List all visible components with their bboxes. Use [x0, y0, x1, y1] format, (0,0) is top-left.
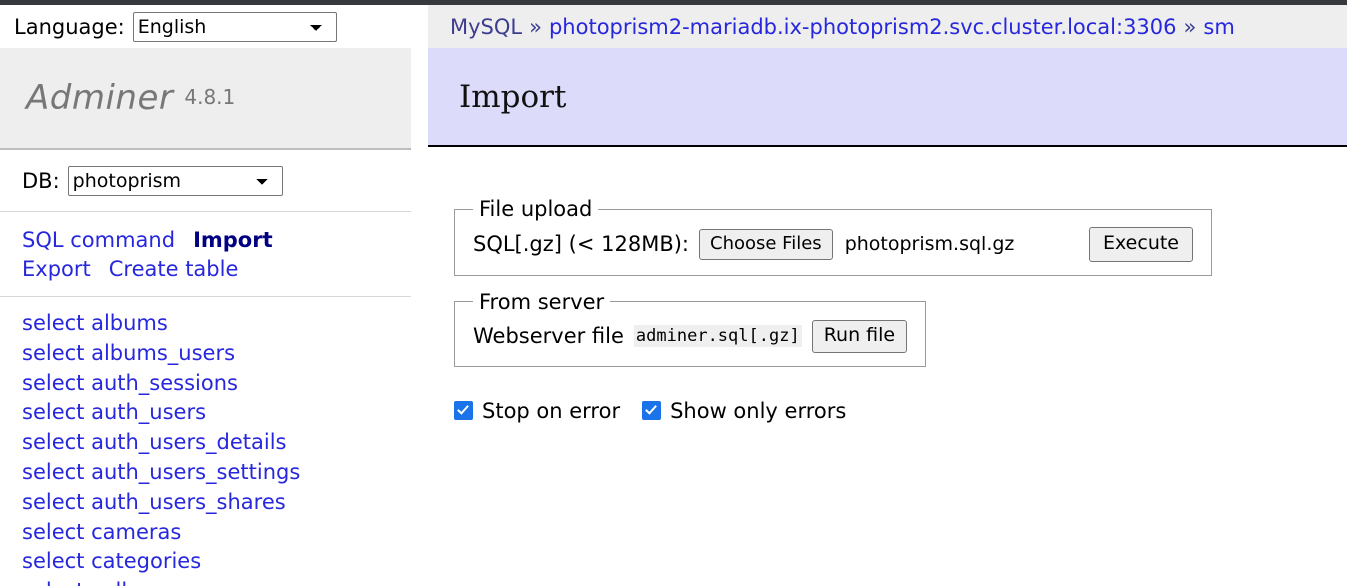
language-label: Language: [14, 14, 125, 39]
breadcrumb: MySQL » photoprism2-mariadb.ix-photopris… [428, 5, 1347, 48]
webserver-file-label: Webserver file [473, 324, 624, 349]
show-only-errors-label: Show only errors [670, 398, 847, 423]
from-server-row: Webserver file adminer.sql[.gz] Run file [473, 319, 908, 353]
webserver-file-pattern: adminer.sql[.gz] [633, 325, 802, 348]
run-file-button[interactable]: Run file [811, 319, 908, 353]
from-server-legend: From server [479, 289, 605, 314]
breadcrumb-database-link[interactable]: sm [1203, 15, 1234, 39]
stop-on-error-option[interactable]: Stop on error [454, 399, 620, 423]
nav-create-table[interactable]: Create table [109, 257, 239, 281]
selected-filename: photoprism.sql.gz [844, 233, 1015, 256]
file-upload-row: SQL[.gz] (< 128MB): Choose Files photopr… [473, 227, 1193, 262]
file-upload-fieldset: File upload SQL[.gz] (< 128MB): Choose F… [454, 197, 1212, 276]
nav-sql-command[interactable]: SQL command [22, 228, 175, 252]
table-link-categories[interactable]: select categories [22, 547, 411, 577]
from-server-fieldset: From server Webserver file adminer.sql[.… [454, 289, 927, 367]
breadcrumb-system: MySQL [450, 14, 523, 39]
table-link-auth-sessions[interactable]: select auth_sessions [22, 369, 411, 399]
import-form: File upload SQL[.gz] (< 128MB): Choose F… [428, 147, 1347, 423]
nav-import-current[interactable]: Import [193, 228, 273, 252]
table-link-albums[interactable]: select albums [22, 309, 411, 339]
choose-files-button[interactable]: Choose Files [699, 228, 833, 261]
show-only-errors-checkbox[interactable] [642, 401, 662, 421]
adminer-version: 4.8.1 [184, 85, 236, 109]
table-link-auth-users-shares[interactable]: select auth_users_shares [22, 488, 411, 518]
breadcrumb-separator-2: » [1183, 14, 1197, 39]
table-link-auth-users-details[interactable]: select auth_users_details [22, 428, 411, 458]
sql-file-label: SQL[.gz] (< 128MB): [473, 232, 689, 257]
nav-export[interactable]: Export [22, 257, 91, 281]
database-select[interactable]: photoprism [67, 166, 283, 196]
breadcrumb-separator-1: » [529, 14, 542, 39]
table-list: select albums select albums_users select… [0, 297, 411, 586]
table-link-cells[interactable]: select cells [22, 577, 411, 586]
stop-on-error-checkbox[interactable] [454, 401, 473, 421]
file-upload-legend: File upload [479, 197, 593, 221]
sidebar-nav: SQL command Import Export Create table [0, 212, 411, 297]
language-bar: Language: English [0, 5, 428, 48]
database-selector-row: DB: photoprism [0, 150, 411, 212]
adminer-logo-name: Adminer [26, 78, 174, 118]
show-only-errors-option[interactable]: Show only errors [642, 399, 846, 423]
breadcrumb-server-link[interactable]: photoprism2-mariadb.ix-photoprism2.svc.c… [549, 15, 1177, 39]
sidebar: Adminer 4.8.1 DB: photoprism SQL command… [0, 48, 411, 586]
table-link-auth-users[interactable]: select auth_users [22, 398, 411, 428]
language-select[interactable]: English [132, 11, 337, 42]
table-link-auth-users-settings[interactable]: select auth_users_settings [22, 458, 411, 488]
database-label: DB: [22, 169, 60, 193]
main-content: Import File upload SQL[.gz] (< 128MB): C… [428, 48, 1347, 586]
table-link-albums-users[interactable]: select albums_users [22, 339, 411, 369]
page-title: Import [428, 48, 1347, 147]
adminer-logo: Adminer 4.8.1 [0, 48, 411, 150]
import-options: Stop on error Show only errors [454, 399, 1347, 423]
execute-button[interactable]: Execute [1089, 227, 1193, 262]
stop-on-error-label: Stop on error [482, 398, 621, 423]
table-link-cameras[interactable]: select cameras [22, 518, 411, 548]
